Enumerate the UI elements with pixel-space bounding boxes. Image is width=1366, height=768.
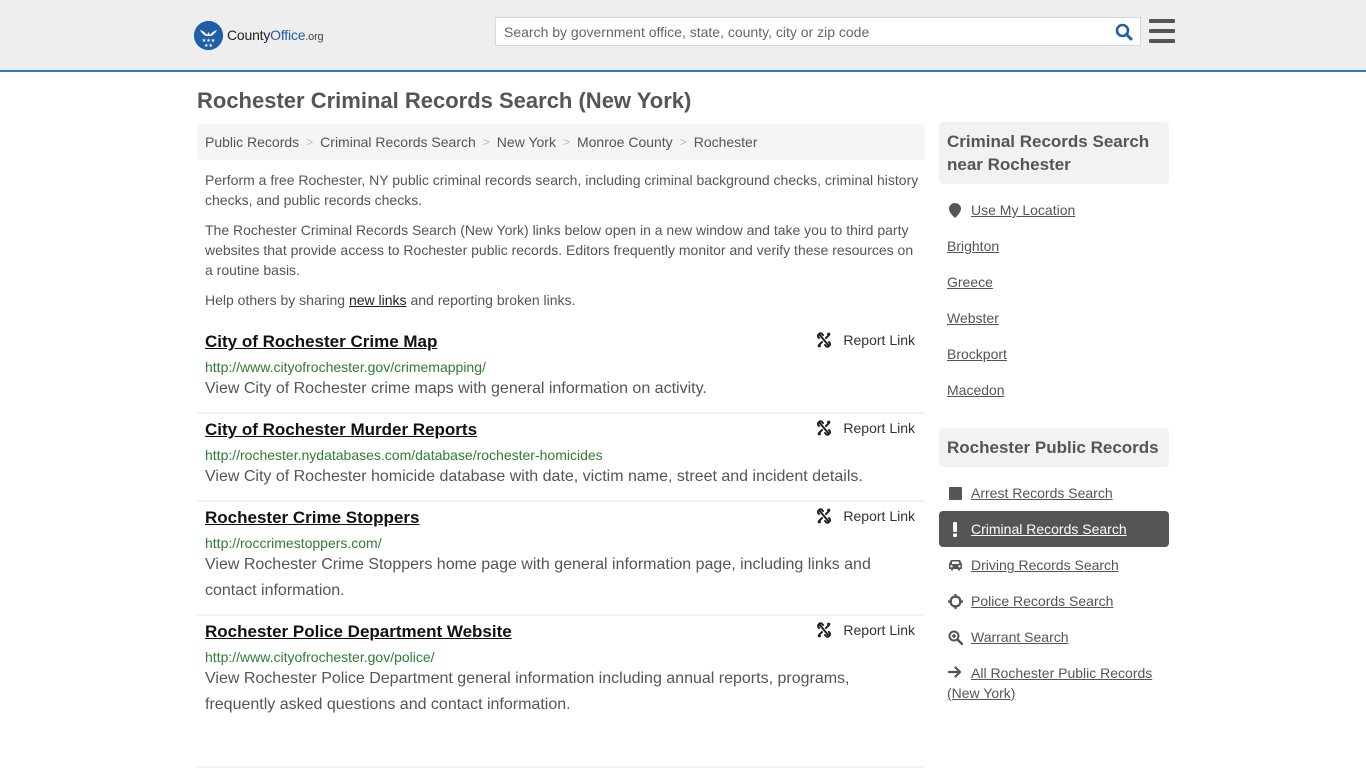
sidebar-item-label[interactable]: Driving Records Search: [971, 557, 1119, 573]
map-marker-icon: [947, 202, 963, 218]
nearby-city-link[interactable]: Brighton: [947, 238, 999, 254]
result-title-link[interactable]: City of Rochester Crime Map: [205, 332, 437, 352]
search-input[interactable]: [496, 18, 1108, 45]
site-header: ★★★ ★★ CountyOffice.org: [0, 0, 1366, 72]
result-description: View City of Rochester crime maps with g…: [205, 380, 707, 397]
result-url: http://rochester.nydatabases.com/databas…: [205, 447, 603, 463]
breadcrumb-monroe-county[interactable]: Monroe County: [577, 134, 673, 150]
result-item: City of Rochester Crime Map Report Link …: [197, 326, 925, 414]
sidebar-item-label[interactable]: Warrant Search: [971, 629, 1069, 645]
nearby-city-item[interactable]: Macedon: [939, 372, 1169, 408]
result-item: Rochester Crime Stoppers Report Link htt…: [197, 502, 925, 616]
sidebar-item-label[interactable]: Police Records Search: [971, 593, 1113, 609]
arrow-right-icon: [947, 666, 963, 678]
search-button[interactable]: [1108, 18, 1140, 45]
sidebar-item-all-public-records[interactable]: All Rochester Public Records (New York): [939, 655, 1169, 703]
nearby-city-link[interactable]: Greece: [947, 274, 993, 290]
sidebar-item-label[interactable]: All Rochester Public Records (New York): [947, 665, 1152, 701]
result-item: Rochester Police Department Website Repo…: [197, 616, 925, 728]
report-link-label: Report Link: [843, 332, 915, 348]
nearby-city-item[interactable]: Greece: [939, 264, 1169, 300]
result-title-link[interactable]: Rochester Crime Stoppers: [205, 508, 419, 528]
car-icon: [947, 559, 963, 571]
broken-link-icon: [817, 332, 832, 348]
sidebar-item-driving-records[interactable]: Driving Records Search: [939, 547, 1169, 583]
search-icon: [1115, 23, 1133, 40]
intro-text-before: Help others by sharing: [205, 292, 349, 308]
result-description: View City of Rochester homicide database…: [205, 468, 863, 485]
page-title: Rochester Criminal Records Search (New Y…: [197, 88, 692, 113]
nearby-city-link[interactable]: Brockport: [947, 346, 1007, 362]
report-link-label: Report Link: [843, 622, 915, 638]
broken-link-icon: [817, 508, 832, 524]
use-my-location-link[interactable]: Use My Location: [971, 202, 1075, 218]
nearby-city-item[interactable]: Brighton: [939, 228, 1169, 264]
sidebar-public-records: Rochester Public Records Arrest Records …: [939, 428, 1169, 703]
menu-bar: [1149, 19, 1175, 23]
report-link-button[interactable]: Report Link: [816, 332, 915, 348]
intro-text-after: and reporting broken links.: [406, 292, 576, 308]
sidebar-item-criminal-records[interactable]: Criminal Records Search: [939, 511, 1169, 547]
intro-paragraph-1: Perform a free Rochester, NY public crim…: [205, 172, 919, 208]
report-link-label: Report Link: [843, 508, 915, 524]
broken-link-icon: [817, 622, 832, 638]
intro-paragraph-3: Help others by sharing new links and rep…: [205, 290, 920, 310]
sidebar-item-label[interactable]: Arrest Records Search: [971, 485, 1113, 501]
menu-bar: [1149, 39, 1175, 43]
new-links-link[interactable]: new links: [349, 292, 407, 308]
result-description: View Rochester Police Department general…: [205, 670, 850, 713]
sidebar-records-heading: Rochester Public Records: [939, 428, 1169, 467]
report-link-button[interactable]: Report Link: [816, 622, 915, 638]
square-icon: [947, 486, 963, 500]
report-link-label: Report Link: [843, 420, 915, 436]
site-search: [495, 17, 1141, 46]
report-link-button[interactable]: Report Link: [816, 508, 915, 524]
sidebar-item-arrest-records[interactable]: Arrest Records Search: [939, 475, 1169, 511]
report-link-button[interactable]: Report Link: [816, 420, 915, 436]
site-logo[interactable]: ★★★ ★★ CountyOffice.org: [194, 20, 324, 50]
result-url: http://www.cityofrochester.gov/police/: [205, 649, 435, 665]
logo-wordmark: CountyOffice.org: [227, 27, 324, 43]
result-description: View Rochester Crime Stoppers home page …: [205, 556, 871, 599]
breadcrumb-rochester[interactable]: Rochester: [694, 134, 758, 150]
breadcrumb-public-records[interactable]: Public Records: [205, 134, 299, 150]
broken-link-icon: [817, 420, 832, 436]
hamburger-menu-button[interactable]: [1149, 19, 1175, 43]
result-title-link[interactable]: City of Rochester Murder Reports: [205, 420, 477, 440]
use-my-location-item[interactable]: Use My Location: [939, 192, 1169, 228]
sidebar-item-police-records[interactable]: Police Records Search: [939, 583, 1169, 619]
breadcrumb-criminal-records-search[interactable]: Criminal Records Search: [320, 134, 476, 150]
results-list: City of Rochester Crime Map Report Link …: [197, 326, 925, 728]
nearby-city-item[interactable]: Brockport: [939, 336, 1169, 372]
intro-paragraph-2: The Rochester Criminal Records Search (N…: [205, 222, 914, 278]
sidebar-item-label[interactable]: Criminal Records Search: [971, 521, 1127, 537]
breadcrumb: Public Records > Criminal Records Search…: [197, 124, 925, 160]
eagle-logo-icon: ★★★ ★★: [194, 20, 223, 50]
breadcrumb-new-york[interactable]: New York: [497, 134, 556, 150]
records-list: Arrest Records Search Criminal Records S…: [939, 475, 1169, 703]
breadcrumb-separator: >: [562, 135, 570, 149]
result-item: City of Rochester Murder Reports Report …: [197, 414, 925, 502]
intro-text: Perform a free Rochester, NY public crim…: [205, 170, 920, 320]
result-url: http://www.cityofrochester.gov/crimemapp…: [205, 359, 486, 375]
sidebar-nearby-heading: Criminal Records Search near Rochester: [939, 122, 1169, 184]
menu-bar: [1149, 29, 1175, 33]
nearby-list: Use My Location Brighton Greece Webster …: [939, 192, 1169, 408]
svg-text:★★: ★★: [204, 43, 213, 49]
breadcrumb-separator: >: [306, 135, 314, 149]
exclamation-icon: [947, 521, 963, 537]
result-title-link[interactable]: Rochester Police Department Website: [205, 622, 512, 642]
sidebar-nearby: Criminal Records Search near Rochester U…: [939, 122, 1169, 408]
sidebar-item-warrant-search[interactable]: Warrant Search: [939, 619, 1169, 655]
crosshairs-icon: [947, 593, 963, 609]
breadcrumb-separator: >: [679, 135, 687, 149]
nearby-city-link[interactable]: Macedon: [947, 382, 1005, 398]
breadcrumb-separator: >: [482, 135, 490, 149]
nearby-city-item[interactable]: Webster: [939, 300, 1169, 336]
search-plus-icon: [947, 630, 963, 645]
nearby-city-link[interactable]: Webster: [947, 310, 999, 326]
result-url: http://roccrimestoppers.com/: [205, 535, 382, 551]
